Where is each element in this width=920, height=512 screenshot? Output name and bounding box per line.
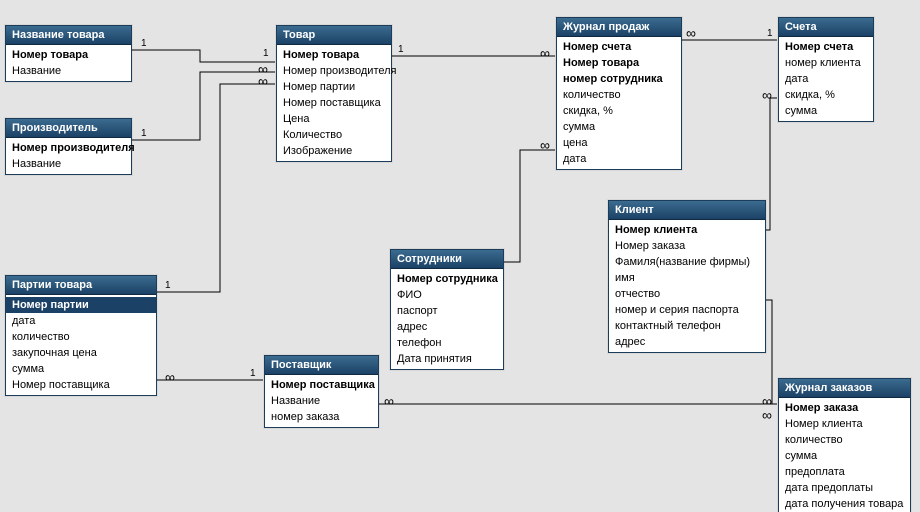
field-pk: Номер поставщика <box>265 377 378 393</box>
field: номер и серия паспорта <box>609 302 765 318</box>
field: количество <box>557 87 681 103</box>
field: Название <box>6 63 131 79</box>
entity-postavshchik[interactable]: Поставщик Номер поставщика Название номе… <box>264 355 379 428</box>
field: скидка, % <box>557 103 681 119</box>
entity-title: Товар <box>277 26 391 45</box>
field-pk: Номер производителя <box>6 140 131 156</box>
field: отчество <box>609 286 765 302</box>
entity-sotrudniki[interactable]: Сотрудники Номер сотрудника ФИО паспорт … <box>390 249 504 370</box>
field: Номер партии <box>277 79 391 95</box>
field-pk: Номер счета <box>779 39 873 55</box>
entity-title: Производитель <box>6 119 131 138</box>
entity-klient[interactable]: Клиент Номер клиента Номер заказа Фамиля… <box>608 200 766 353</box>
field: количество <box>779 432 910 448</box>
field: Номер клиента <box>779 416 910 432</box>
field: ФИО <box>391 287 503 303</box>
entity-proizvoditel[interactable]: Производитель Номер производителя Назван… <box>5 118 132 175</box>
cardinality-label: 1 <box>141 38 147 49</box>
cardinality-label: ∞ <box>540 48 550 58</box>
cardinality-label: ∞ <box>384 396 394 406</box>
cardinality-label: 1 <box>141 128 147 139</box>
field: Номер поставщика <box>277 95 391 111</box>
cardinality-label: ∞ <box>762 90 772 100</box>
field: сумма <box>557 119 681 135</box>
field: Номер заказа <box>609 238 765 254</box>
field: скидка, % <box>779 87 873 103</box>
field: Цена <box>277 111 391 127</box>
field: дата получения товара <box>779 496 910 512</box>
field-pk: Номер товара <box>557 55 681 71</box>
field: номер заказа <box>265 409 378 425</box>
cardinality-label: ∞ <box>165 372 175 382</box>
cardinality-label: ∞ <box>540 140 550 150</box>
cardinality-label: 1 <box>250 368 256 379</box>
field: Номер производителя <box>277 63 391 79</box>
field: закупочная цена <box>6 345 156 361</box>
entity-nazvanie-tovara[interactable]: Название товара Номер товара Название <box>5 25 132 82</box>
field: дата <box>6 313 156 329</box>
entity-title: Журнал продаж <box>557 18 681 37</box>
field-pk: Номер сотрудника <box>391 271 503 287</box>
field: количество <box>6 329 156 345</box>
cardinality-label: ∞ <box>686 28 696 38</box>
entity-title: Поставщик <box>265 356 378 375</box>
entity-scheta[interactable]: Счета Номер счета номер клиента дата ски… <box>778 17 874 122</box>
field: паспорт <box>391 303 503 319</box>
field: Фамиля(название фирмы) <box>609 254 765 270</box>
entity-tovar[interactable]: Товар Номер товара Номер производителя Н… <box>276 25 392 162</box>
field: сумма <box>6 361 156 377</box>
field: предоплата <box>779 464 910 480</box>
field: Название <box>6 156 131 172</box>
entity-partii-tovara[interactable]: Партии товара Номер партии дата количест… <box>5 275 157 396</box>
field: цена <box>557 135 681 151</box>
field: контактный телефон <box>609 318 765 334</box>
field: сумма <box>779 103 873 119</box>
field: имя <box>609 270 765 286</box>
cardinality-label: ∞ <box>258 76 268 86</box>
field: Изображение <box>277 143 391 159</box>
field: Название <box>265 393 378 409</box>
cardinality-label: 1 <box>263 48 269 59</box>
field-pk: Номер счета <box>557 39 681 55</box>
field: Номер поставщика <box>6 377 156 393</box>
field: дата <box>779 71 873 87</box>
field-pk-selected: Номер партии <box>6 297 156 313</box>
cardinality-label: 1 <box>767 28 773 39</box>
field-pk: Номер товара <box>277 47 391 63</box>
entity-title: Сотрудники <box>391 250 503 269</box>
cardinality-label: 1 <box>398 44 404 55</box>
entity-title: Счета <box>779 18 873 37</box>
field-pk: Номер товара <box>6 47 131 63</box>
entity-title: Клиент <box>609 201 765 220</box>
field-pk: номер сотрудника <box>557 71 681 87</box>
entity-title: Журнал заказов <box>779 379 910 398</box>
field: номер клиента <box>779 55 873 71</box>
field: Количество <box>277 127 391 143</box>
field: Дата принятия <box>391 351 503 367</box>
cardinality-label: 1 <box>165 280 171 291</box>
field-pk: Номер клиента <box>609 222 765 238</box>
entity-zhurnal-zakazov[interactable]: Журнал заказов Номер заказа Номер клиент… <box>778 378 911 512</box>
field: адрес <box>609 334 765 350</box>
field: сумма <box>779 448 910 464</box>
entity-title: Название товара <box>6 26 131 45</box>
field: телефон <box>391 335 503 351</box>
entity-title: Партии товара <box>6 276 156 295</box>
er-diagram-canvas: 1 1 1 ∞ 1 ∞ ∞ 1 ∞ ∞ 1 ∞ 1 ∞ ∞ 1 1 ∞ 1 ∞ … <box>0 0 920 512</box>
field-pk: Номер заказа <box>779 400 910 416</box>
field: адрес <box>391 319 503 335</box>
cardinality-label: ∞ <box>762 396 772 406</box>
field: дата предоплаты <box>779 480 910 496</box>
entity-zhurnal-prodazh[interactable]: Журнал продаж Номер счета Номер товара н… <box>556 17 682 170</box>
field: дата <box>557 151 681 167</box>
cardinality-label: ∞ <box>762 410 772 420</box>
